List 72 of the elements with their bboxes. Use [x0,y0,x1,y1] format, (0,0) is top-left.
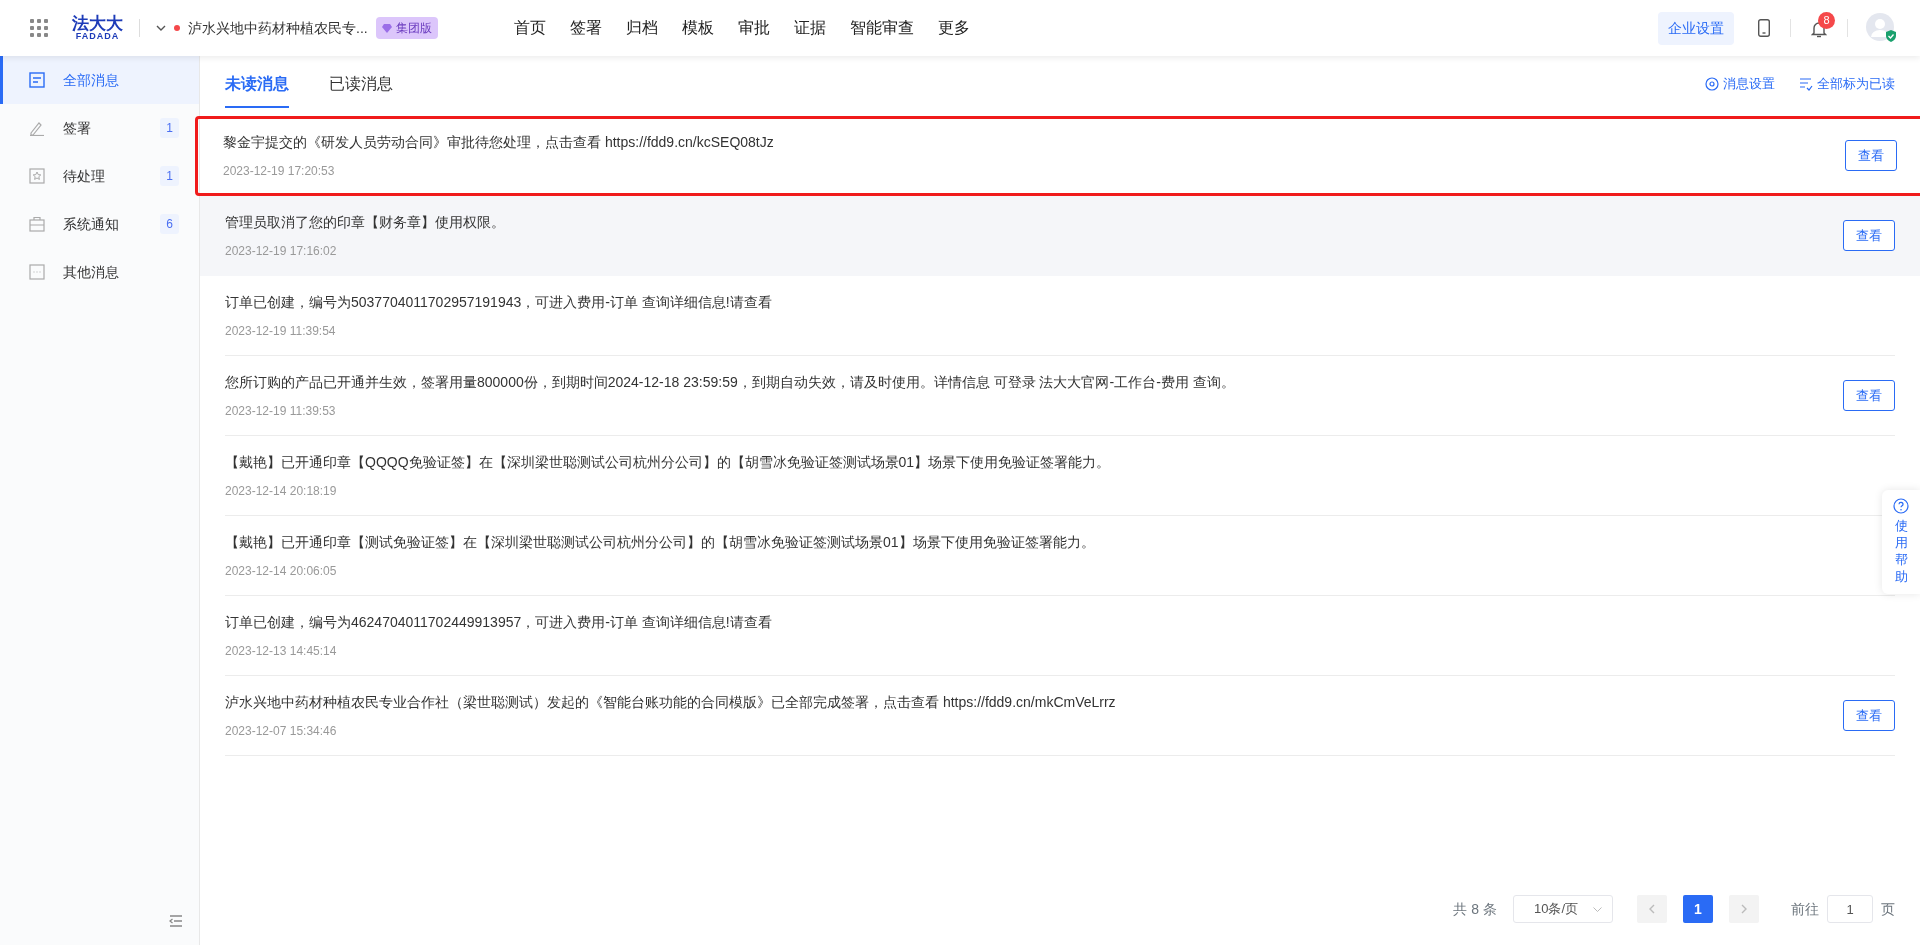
collapse-menu-icon[interactable] [169,915,183,927]
message-text: 泸水兴地中药材种植农民专业合作社（梁世聪测试）发起的《智能台账功能的合同模版》已全部完成签署，点击查看 https://fdd9.cn/mkCmVeLrrz [225,692,1117,712]
nav-link[interactable]: 首页 [513,12,546,44]
message-time: 2023-12-19 17:20:53 [223,162,336,180]
sidebar-item[interactable]: 签署 1 [0,104,199,152]
message-time: 2023-12-19 11:39:53 [225,402,337,420]
page-size-select[interactable]: 10条/页 [1513,895,1613,923]
goto-label: 前往 [1791,899,1819,919]
page-unit-label: 页 [1881,899,1895,919]
help-icon [1893,498,1909,514]
chevron-right-icon [1741,904,1747,914]
checklist-icon [1799,77,1813,91]
logo-text: 法大大 [72,15,123,32]
tab[interactable]: 未读消息 [225,60,289,108]
nav-link[interactable]: 审批 [737,12,770,44]
message-text: 订单已创建，编号为5037704011702957191943，可进入费用-订单 查询详细信息!请查看 [225,292,773,312]
page-button[interactable]: 1 [1683,895,1713,923]
chevron-down-icon[interactable] [156,25,166,31]
gear-icon [1705,77,1719,91]
edition-badge: 集团版 [375,17,438,39]
nav-link[interactable]: 签署 [569,12,602,44]
pen-icon [29,120,45,136]
chevron-down-icon [1593,906,1602,912]
phone-icon[interactable] [1758,19,1770,37]
count-badge: 1 [160,166,179,186]
status-dot-icon [174,25,180,31]
nav-link[interactable]: 更多 [937,12,970,44]
help-panel[interactable]: 使用帮助 [1882,490,1920,594]
company-name[interactable]: 泸水兴地中药材种植农民专... [188,17,368,39]
message-time: 2023-12-13 14:45:14 [225,642,338,660]
message-time: 2023-12-14 20:18:19 [225,482,338,500]
star-badge-icon [29,168,45,184]
notification-badge: 8 [1818,11,1835,29]
view-button[interactable]: 查看 [1843,699,1895,732]
avatar-icon[interactable] [1866,13,1896,43]
nav-link[interactable]: 模板 [681,12,714,44]
sidebar-item[interactable]: 全部消息 [0,56,199,104]
enterprise-settings-button[interactable]: 企业设置 [1658,11,1734,45]
message-text: 您所订购的产品已开通并生效，签署用量800000份，到期时间2024-12-18 23:59:59，到期自动失效，请及时使用。详情信息 可登录 法大大官网-工作台-费用 查询。 [225,372,1236,392]
briefcase-icon [29,216,45,232]
count-badge: 1 [160,118,179,138]
action-link[interactable]: 消息设置 [1705,74,1775,94]
message-text: 订单已创建，编号为4624704011702449913957，可进入费用-订单 查询详细信息!请查看 [225,612,773,632]
view-button[interactable]: 查看 [1843,379,1895,412]
app-grid-icon[interactable] [30,19,48,37]
message-text: 黎金宇提交的《研发人员劳动合同》审批待您处理，点击查看 https://fdd9.cn/kcSEQ08tJz [223,132,775,152]
chevron-left-icon [1649,904,1655,914]
sidebar-item[interactable]: 其他消息 [0,248,199,296]
action-link[interactable]: 全部标为已读 [1799,74,1895,94]
help-label: 使用帮助 [1894,518,1908,586]
view-button[interactable]: 查看 [1845,139,1897,172]
logo-text: FADADA [75,32,120,41]
list-icon [29,72,45,88]
message-time: 2023-12-19 17:16:02 [225,242,338,260]
tab[interactable]: 已读消息 [329,60,393,108]
message-text: 管理员取消了您的印章【财务章】使用权限。 [225,212,506,232]
nav-link[interactable]: 智能审查 [849,12,914,44]
message-text: 【戴艳】已开通印章【测试免验证签】在【深圳梁世聪测试公司杭州分公司】的【胡雪冰免验证签测试场景01】场景下使用免验证签署能力。 [225,532,1096,552]
message-time: 2023-12-14 20:06:05 [225,562,338,580]
page-input[interactable]: 1 [1827,895,1873,923]
dots-box-icon [29,264,45,280]
sidebar-item[interactable]: 系统通知 6 [0,200,199,248]
view-button[interactable]: 查看 [1843,219,1895,252]
sidebar-item[interactable]: 待处理 1 [0,152,199,200]
total-count: 共 8 条 [1453,899,1497,919]
nav-link[interactable]: 归档 [625,12,658,44]
count-badge: 6 [160,214,179,234]
message-time: 2023-12-19 11:39:54 [225,322,337,340]
diamond-icon [381,23,392,33]
nav-link[interactable]: 证据 [793,12,826,44]
message-text: 【戴艳】已开通印章【QQQQ免验证签】在【深圳梁世聪测试公司杭州分公司】的【胡雪冰免验证签测试场景01】场景下使用免验证签署能力。 [225,452,1112,472]
message-time: 2023-12-07 15:34:46 [225,722,338,740]
